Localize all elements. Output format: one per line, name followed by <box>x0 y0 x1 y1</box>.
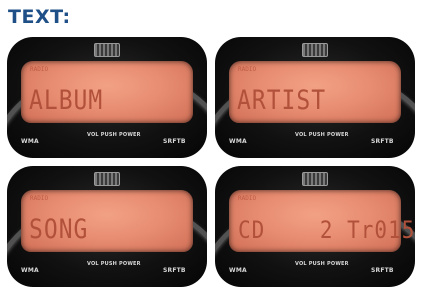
volume-power-knob-label[interactable]: VOL PUSH POWER <box>87 132 141 138</box>
page-heading: TEXT: <box>8 6 71 28</box>
lcd-mode-label: RADIO <box>30 195 49 202</box>
lcd-screen: RADIO CD 2 Tr015 <box>229 190 414 252</box>
display-grid: RADIO ALBUM WMA VOL PUSH POWER SRFTB RAD… <box>7 37 415 287</box>
srftb-button[interactable]: SRFTB <box>371 138 394 145</box>
wma-button[interactable]: WMA <box>229 138 247 145</box>
disc-slot-icon <box>302 172 328 186</box>
srftb-button[interactable]: SRFTB <box>163 138 186 145</box>
lcd-text: SONG <box>29 215 89 245</box>
lcd-mode-label: RADIO <box>238 66 257 73</box>
disc-slot-icon <box>94 172 120 186</box>
lcd-mode-label: RADIO <box>30 66 49 73</box>
wma-button[interactable]: WMA <box>229 267 247 274</box>
wma-button[interactable]: WMA <box>21 138 39 145</box>
radio-display-artist: RADIO ARTIST WMA VOL PUSH POWER SRFTB <box>215 37 415 158</box>
lcd-text: ARTIST <box>237 86 327 116</box>
lcd-screen: RADIO ARTIST <box>229 61 401 123</box>
disc-slot-icon <box>302 43 328 57</box>
srftb-button[interactable]: SRFTB <box>371 267 394 274</box>
srftb-button[interactable]: SRFTB <box>163 267 186 274</box>
radio-display-cd-track: RADIO CD 2 Tr015 WMA VOL PUSH POWER SRFT… <box>215 166 415 287</box>
disc-slot-icon <box>94 43 120 57</box>
radio-display-song: RADIO SONG WMA VOL PUSH POWER SRFTB <box>7 166 207 287</box>
volume-power-knob-label[interactable]: VOL PUSH POWER <box>295 261 349 267</box>
lcd-text: CD 2 Tr015 <box>238 216 415 244</box>
lcd-screen: RADIO SONG <box>21 190 193 252</box>
volume-power-knob-label[interactable]: VOL PUSH POWER <box>87 261 141 267</box>
lcd-text: ALBUM <box>29 86 104 116</box>
lcd-mode-label: RADIO <box>238 195 257 202</box>
wma-button[interactable]: WMA <box>21 267 39 274</box>
radio-display-album: RADIO ALBUM WMA VOL PUSH POWER SRFTB <box>7 37 207 158</box>
lcd-screen: RADIO ALBUM <box>21 61 193 123</box>
volume-power-knob-label[interactable]: VOL PUSH POWER <box>295 132 349 138</box>
